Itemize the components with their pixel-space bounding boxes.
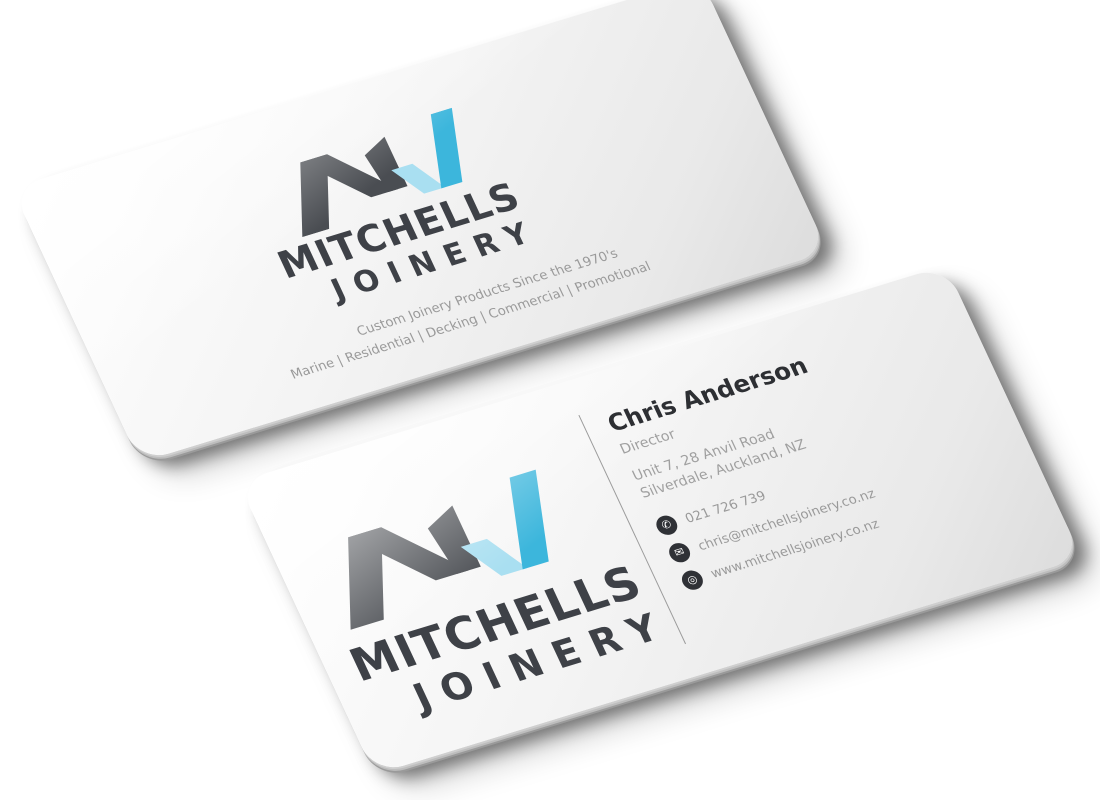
web-icon: ◎ bbox=[678, 568, 707, 593]
contact-block: Chris Anderson Director Unit 7, 28 Anvil… bbox=[603, 310, 1025, 599]
phone-icon: ✆ bbox=[652, 513, 681, 538]
email-icon: ✉ bbox=[665, 540, 694, 565]
business-card-mockup: MITCHELLS JOINERY Custom Joinery Product… bbox=[0, 0, 1100, 800]
